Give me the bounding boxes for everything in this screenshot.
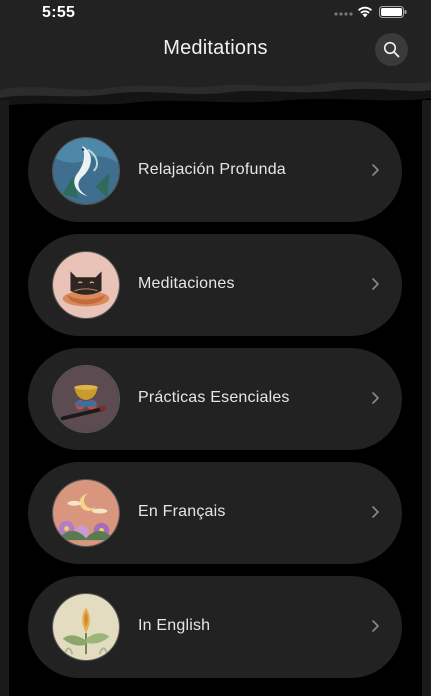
page-title: Meditations <box>163 37 268 59</box>
battery-icon <box>379 6 407 18</box>
chevron-right-icon <box>372 278 379 290</box>
search-icon <box>383 41 400 58</box>
mountain-silhouette-decoration <box>0 82 431 116</box>
wifi-icon <box>358 6 372 18</box>
list-item-practicas-esenciales[interactable]: Prácticas Esenciales <box>28 348 402 450</box>
status-time: 5:55 <box>42 4 76 21</box>
lotus-bud-artwork <box>52 593 120 661</box>
category-list: Relajación Profunda Meditaciones Práctic… <box>28 120 402 690</box>
list-item-in-english[interactable]: In English <box>28 576 402 678</box>
meditating-cat-artwork <box>52 251 120 319</box>
moon-flowers-artwork <box>52 479 120 547</box>
chevron-right-icon <box>372 620 379 632</box>
status-bar: 5:55 <box>0 0 431 26</box>
list-item-label: Relajación Profunda <box>138 161 286 178</box>
chevron-right-icon <box>372 392 379 404</box>
cellular-signal-icon <box>334 12 353 16</box>
chevron-right-icon <box>372 164 379 176</box>
right-frame-border <box>422 100 431 696</box>
list-item-label: In English <box>138 617 211 634</box>
singing-bowl-artwork <box>52 365 120 433</box>
koi-fish-artwork <box>52 137 120 205</box>
list-item-relajacion-profunda[interactable]: Relajación Profunda <box>28 120 402 222</box>
list-item-label: Meditaciones <box>138 275 235 292</box>
chevron-right-icon <box>372 506 379 518</box>
left-frame-border <box>0 100 9 696</box>
meditations-screen: 5:55 Meditations Relajación Profunda Med… <box>0 0 431 696</box>
list-item-label: En Français <box>138 503 226 520</box>
search-button[interactable] <box>375 33 408 66</box>
list-item-en-francais[interactable]: En Français <box>28 462 402 564</box>
list-item-meditaciones[interactable]: Meditaciones <box>28 234 402 336</box>
list-item-label: Prácticas Esenciales <box>138 389 290 406</box>
